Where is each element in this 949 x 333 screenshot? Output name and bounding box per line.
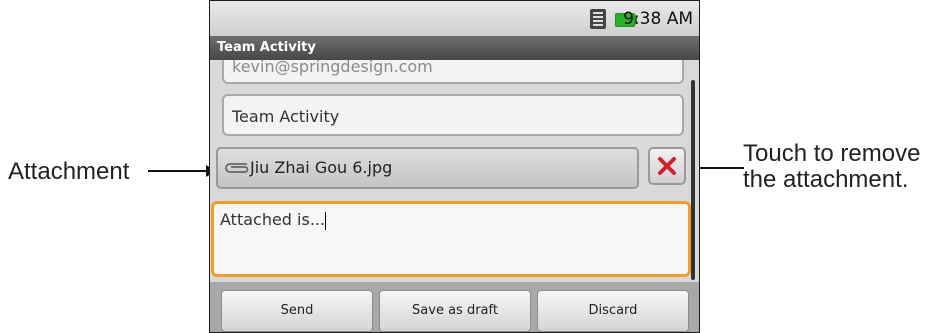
- signal-icon: [590, 9, 606, 29]
- status-bar: 9:38 AM: [210, 1, 699, 36]
- attachment-item[interactable]: Jiu Zhai Gou 6.jpg: [216, 147, 639, 189]
- message-body-text: Attached is...: [220, 210, 326, 229]
- phone-screen: 9:38 AM Team Activity kevin@springdesign…: [209, 0, 700, 333]
- status-time: 9:38 AM: [623, 9, 693, 29]
- send-button[interactable]: Send: [221, 290, 373, 332]
- remove-callout-label: Touch to remove the attachment.: [743, 141, 920, 193]
- app-title-bar: Team Activity: [210, 36, 699, 60]
- action-button-bar: Send Save as draft Discard: [210, 282, 699, 332]
- attachment-callout-arrow: [148, 165, 216, 177]
- compose-content: kevin@springdesign.com Team Activity Jiu…: [210, 60, 699, 282]
- message-body-field[interactable]: Attached is...: [211, 201, 691, 277]
- attachment-callout-label: Attachment: [8, 158, 130, 185]
- discard-button[interactable]: Discard: [537, 290, 689, 332]
- subject-field[interactable]: Team Activity: [222, 94, 684, 136]
- paperclip-icon: [225, 163, 249, 173]
- remove-callout-line1: Touch to remove: [743, 140, 921, 167]
- save-draft-button[interactable]: Save as draft: [379, 290, 531, 332]
- to-field[interactable]: kevin@springdesign.com: [222, 60, 684, 84]
- remove-attachment-button[interactable]: [648, 147, 686, 185]
- attachment-filename: Jiu Zhai Gou 6.jpg: [250, 158, 393, 177]
- remove-callout-line2: the attachment.: [743, 166, 909, 193]
- close-icon: [658, 157, 676, 175]
- scrollbar[interactable]: [691, 80, 695, 280]
- text-cursor: [325, 211, 327, 230]
